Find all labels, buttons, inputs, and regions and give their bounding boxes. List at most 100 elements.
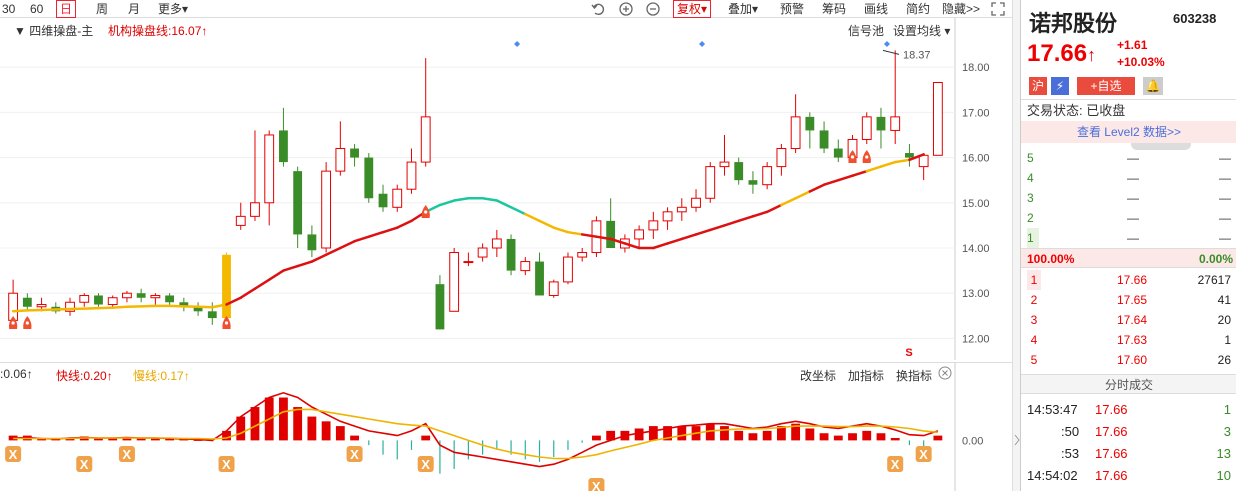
sell-row[interactable]: 1 — —: [1021, 228, 1236, 248]
add-indicator-button[interactable]: 加指标: [848, 367, 884, 384]
candle-body: [606, 220, 616, 248]
institution-line-segment: [851, 169, 868, 177]
macd-bar: [293, 407, 303, 441]
period-week[interactable]: 周: [96, 0, 108, 18]
period-day[interactable]: 日: [56, 0, 77, 18]
candle-body: [22, 297, 32, 307]
sell-row[interactable]: 5 — —: [1021, 148, 1236, 168]
macd-bar: [833, 435, 843, 441]
period-more[interactable]: 更多▾: [158, 0, 188, 18]
candle-body: [563, 256, 573, 283]
institution-line-segment: [310, 253, 328, 263]
buy-volume: 41: [1217, 293, 1231, 307]
trade-status: 交易状态: 已收盘: [1021, 99, 1236, 121]
institution-line-segment: [253, 278, 271, 290]
change-coord-button[interactable]: 改坐标: [800, 367, 836, 384]
undo-icon[interactable]: [590, 1, 606, 17]
indicator-name[interactable]: ▼ 四维操盘-主: [14, 22, 93, 39]
level2-link[interactable]: 查看 Level2 数据>>: [1021, 121, 1236, 143]
hide-button[interactable]: 隐藏>>: [942, 0, 980, 18]
buy-row[interactable]: 4 17.63 1: [1021, 330, 1236, 350]
sell-signal-mark: S: [905, 347, 912, 359]
sell-level: 2: [1027, 211, 1034, 225]
price-tick-label: 17.00: [962, 107, 990, 119]
candle-body: [378, 193, 388, 208]
candlestick-chart[interactable]: 18.00 17.00 16.00 15.00 14.00 13.00 12.00 18.37…: [0, 18, 1012, 491]
candle-body: [122, 292, 132, 299]
candle-body: [477, 247, 488, 258]
period-60[interactable]: 60: [30, 0, 43, 18]
sell-price: —: [1127, 171, 1139, 185]
candle-body: [876, 116, 886, 131]
sell-price: —: [1127, 191, 1139, 205]
candle-body: [676, 206, 687, 213]
draw-line-button[interactable]: 画线: [864, 0, 888, 18]
buy-volume: 27617: [1197, 273, 1231, 287]
cross-signal-icon: X: [9, 447, 18, 462]
bell-icon[interactable]: 🔔: [1143, 77, 1163, 95]
zoom-out-icon[interactable]: [645, 1, 661, 17]
fullscreen-icon[interactable]: [990, 1, 1006, 17]
buy-level: 5: [1030, 353, 1038, 367]
macd-bar: [335, 426, 345, 441]
candle-body: [520, 261, 531, 272]
panel-divider[interactable]: [1012, 0, 1020, 491]
close-icon[interactable]: [938, 366, 952, 380]
overlay-button[interactable]: 叠加▾: [728, 0, 758, 18]
sell-price: —: [1127, 211, 1139, 225]
candle-body: [435, 284, 445, 330]
price-change: +1.61 +10.03%: [1117, 37, 1165, 71]
candle-body: [335, 148, 346, 172]
lightning-icon[interactable]: ⚡: [1051, 77, 1069, 95]
rocket-window: [850, 155, 855, 159]
signal-diamond-icon: [699, 41, 706, 47]
fuquan-button[interactable]: 复权▾: [673, 0, 712, 18]
buy-row[interactable]: 5 17.60 26: [1021, 350, 1236, 370]
rocket-window: [865, 155, 869, 159]
macd-bar: [762, 430, 772, 441]
simple-button[interactable]: 简约: [906, 0, 930, 18]
add-watchlist-button[interactable]: +自选: [1077, 77, 1135, 95]
institution-line-segment: [381, 226, 399, 234]
candle-body: [634, 229, 645, 240]
institution-line-segment: [111, 305, 129, 309]
price-tick-label: 13.00: [962, 288, 990, 300]
chips-button[interactable]: 筹码: [822, 0, 846, 18]
warn-button[interactable]: 预警: [780, 0, 804, 18]
signal-pool-button[interactable]: 信号池: [848, 22, 884, 39]
candle-body: [776, 148, 787, 168]
period-month[interactable]: 月: [128, 0, 140, 18]
candle-body: [662, 211, 673, 222]
tick-price: 17.66: [1095, 468, 1128, 483]
candle-body: [406, 161, 417, 190]
sell-level: 1: [1027, 228, 1039, 248]
candle-body: [36, 304, 47, 308]
macd-bar: [933, 435, 943, 441]
macd-bar: [720, 426, 729, 441]
sell-row[interactable]: 3 — —: [1021, 188, 1236, 208]
zoom-in-icon[interactable]: [618, 1, 634, 17]
tick-volume: 10: [1216, 468, 1231, 483]
tick-time: 14:53:47: [1027, 402, 1078, 417]
buy-row[interactable]: 3 17.64 20: [1021, 310, 1236, 330]
macd-bar: [648, 426, 658, 441]
macd-diff-label: :0.06↑: [0, 367, 33, 381]
fast-line-label: 快线:0.20↑: [56, 369, 113, 383]
buy-row[interactable]: 1 17.66 27617: [1021, 270, 1236, 290]
candle-body: [321, 170, 332, 249]
ma-settings-button[interactable]: 设置均线 ▾: [893, 22, 950, 39]
sell-price: —: [1127, 231, 1139, 245]
macd-bar: [279, 397, 288, 441]
sell-level: 4: [1027, 171, 1034, 185]
institution-line-segment: [780, 197, 797, 207]
sell-row[interactable]: 2 — —: [1021, 208, 1236, 228]
candle-body: [790, 116, 801, 150]
institution-line-segment: [837, 174, 854, 182]
switch-indicator-button[interactable]: 换指标: [896, 367, 932, 384]
buy-row[interactable]: 2 17.65 41: [1021, 290, 1236, 310]
sell-row[interactable]: 4 — —: [1021, 168, 1236, 188]
period-30[interactable]: 30: [2, 0, 15, 18]
sell-volume: —: [1219, 171, 1231, 185]
buy-volume: 26: [1217, 353, 1231, 367]
cross-signal-icon: X: [919, 447, 928, 462]
